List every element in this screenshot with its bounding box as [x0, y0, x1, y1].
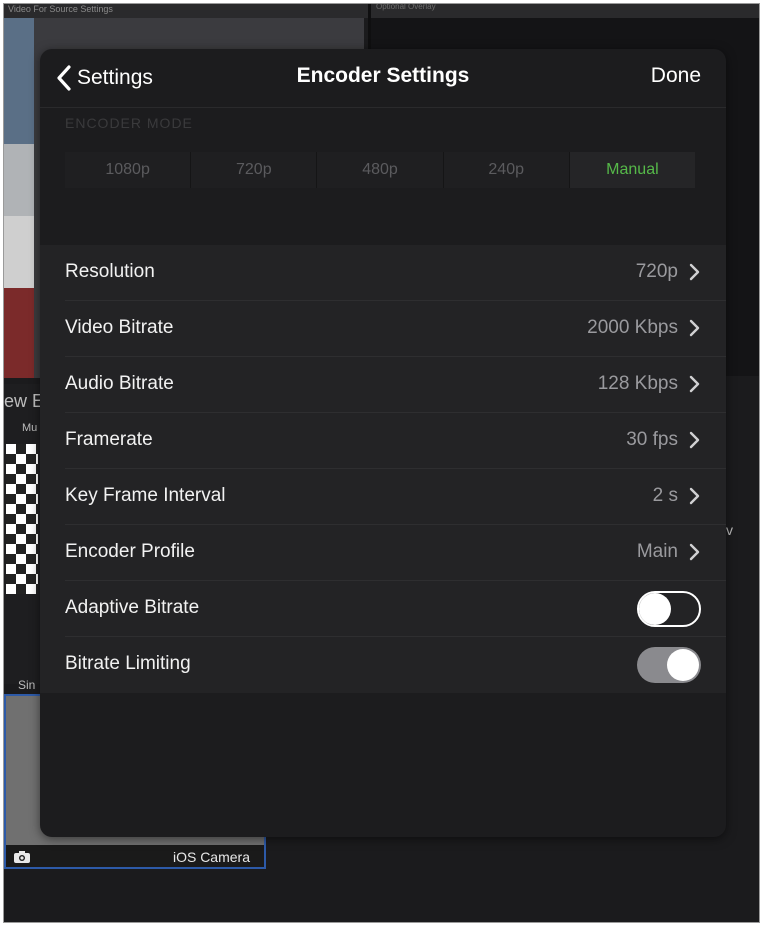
background-side-label-2: Mu — [22, 422, 38, 434]
setting-label: Adaptive Bitrate — [65, 597, 200, 618]
background-video-strip — [4, 18, 34, 378]
setting-value: 2 s — [652, 485, 678, 506]
setting-row-encoder-profile[interactable]: Encoder Profile Main — [40, 525, 726, 581]
background-side-label-3: Sin — [18, 678, 36, 692]
encoder-mode-option-720p[interactable]: 720p — [191, 152, 318, 188]
encoder-mode-option-manual[interactable]: Manual — [569, 152, 696, 188]
app-frame: Video For Source Settings Optional Overl… — [3, 3, 760, 923]
chevron-right-icon — [689, 487, 700, 505]
chevron-right-icon — [689, 263, 700, 281]
chevron-right-icon — [689, 375, 700, 393]
setting-row-resolution[interactable]: Resolution 720p — [40, 245, 726, 301]
setting-row-framerate[interactable]: Framerate 30 fps — [40, 413, 726, 469]
navigation-bar: Settings Encoder Settings Done — [40, 49, 726, 108]
background-checker-thumbnail — [6, 444, 38, 594]
chevron-right-icon — [689, 543, 700, 561]
setting-value: Main — [636, 541, 678, 562]
background-top-right-text: Optional Overlay — [376, 3, 436, 11]
camera-icon — [14, 851, 30, 863]
setting-row-bitrate-limiting: Bitrate Limiting — [40, 637, 726, 693]
setting-row-adaptive-bitrate: Adaptive Bitrate — [40, 581, 726, 637]
setting-value: 2000 Kbps — [587, 317, 678, 338]
setting-label: Encoder Profile — [65, 541, 195, 562]
encoder-mode-option-1080p[interactable]: 1080p — [65, 152, 192, 188]
encoder-mode-segmented-control: 1080p 720p 480p 240p Manual — [65, 152, 696, 188]
background-right-text: v — [726, 522, 733, 538]
chevron-right-icon — [689, 431, 700, 449]
encoder-mode-header: ENCODER MODE — [65, 115, 193, 131]
setting-row-audio-bitrate[interactable]: Audio Bitrate 128 Kbps — [40, 357, 726, 413]
bitrate-limiting-toggle[interactable] — [637, 647, 701, 683]
adaptive-bitrate-toggle[interactable] — [637, 591, 701, 627]
toggle-knob — [667, 649, 699, 681]
setting-label: Bitrate Limiting — [65, 653, 191, 674]
page-title: Encoder Settings — [296, 64, 470, 87]
background-top-bar: Video For Source Settings Optional Overl… — [4, 4, 759, 18]
setting-value: 30 fps — [626, 429, 678, 450]
setting-label: Audio Bitrate — [65, 373, 174, 394]
encoder-settings-modal: Settings Encoder Settings Done ENCODER M… — [40, 49, 726, 837]
source-label: iOS Camera — [172, 849, 250, 865]
setting-label: Video Bitrate — [65, 317, 174, 338]
setting-label: Framerate — [65, 429, 153, 450]
background-source-bar: iOS Camera — [6, 845, 264, 867]
encoder-mode-option-480p[interactable]: 480p — [317, 152, 444, 188]
background-side-label-1: ew E — [4, 391, 45, 411]
setting-row-video-bitrate[interactable]: Video Bitrate 2000 Kbps — [40, 301, 726, 357]
settings-list: Resolution 720p Video Bitrate 2000 Kbps Audi… — [40, 245, 726, 693]
done-button[interactable]: Done — [651, 64, 701, 88]
background-top-left-text: Video For Source Settings — [8, 4, 113, 14]
setting-label: Resolution — [65, 261, 155, 282]
setting-label: Key Frame Interval — [65, 485, 226, 506]
toggle-knob — [639, 593, 671, 625]
chevron-right-icon — [689, 319, 700, 337]
setting-value: 128 Kbps — [597, 373, 678, 394]
setting-row-key-frame-interval[interactable]: Key Frame Interval 2 s — [40, 469, 726, 525]
encoder-mode-option-240p[interactable]: 240p — [444, 152, 570, 188]
setting-value: 720p — [635, 261, 678, 282]
